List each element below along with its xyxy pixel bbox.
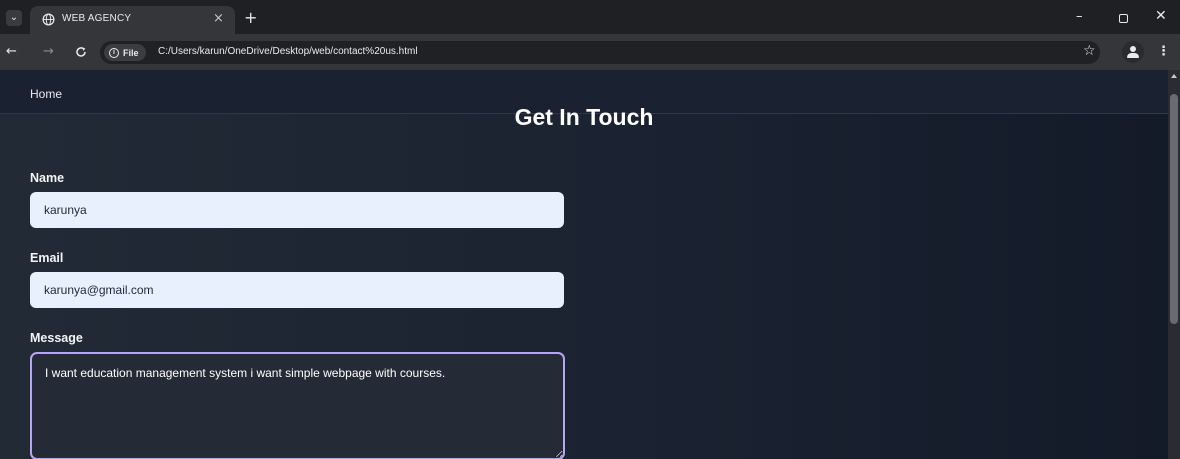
name-label: Name [30,171,65,185]
profile-avatar-icon[interactable] [1122,41,1144,63]
browser-menu-icon[interactable]: ⋮ [1157,44,1170,59]
url-text[interactable]: C:/Users/karun/OneDrive/Desktop/web/cont… [158,46,418,57]
page-viewport: Home Get In Touch Name Email Message I w… [0,70,1168,459]
email-field[interactable] [30,272,564,308]
tab-title: WEB AGENCY [62,13,132,24]
tab-strip: ⌄ WEB AGENCY × + – ✕ [0,0,1180,34]
browser-tab[interactable]: WEB AGENCY × [30,6,235,34]
browser-toolbar: ← → i File C:/Users/karun/OneDrive/Deskt… [0,34,1180,70]
forward-button[interactable]: → [43,44,54,59]
close-window-button[interactable]: ✕ [1155,8,1167,24]
file-chip-label: File [123,47,139,58]
page-title: Get In Touch [514,104,654,130]
site-info-chip[interactable]: i File [104,44,146,61]
scroll-up-arrow-icon[interactable] [1171,74,1177,78]
restore-button[interactable] [1119,14,1128,23]
nav-home-link[interactable]: Home [30,87,62,101]
name-field[interactable] [30,192,564,228]
tab-search-chevron-icon[interactable]: ⌄ [6,10,22,26]
reload-icon[interactable] [75,46,87,58]
address-bar[interactable]: i File C:/Users/karun/OneDrive/Desktop/w… [100,41,1100,64]
message-textarea[interactable]: I want education management system i wan… [30,352,565,459]
page-scrollbar[interactable] [1168,70,1180,459]
minimize-button[interactable]: – [1076,9,1083,24]
globe-icon [42,13,55,26]
info-icon: i [109,47,119,58]
bookmark-star-icon[interactable]: ☆ [1083,43,1096,59]
close-tab-icon[interactable]: × [213,11,224,26]
scrollbar-thumb[interactable] [1170,94,1178,324]
back-button[interactable]: ← [6,44,17,59]
message-label: Message [30,331,83,345]
email-label: Email [30,251,64,265]
new-tab-button[interactable]: + [244,8,257,27]
